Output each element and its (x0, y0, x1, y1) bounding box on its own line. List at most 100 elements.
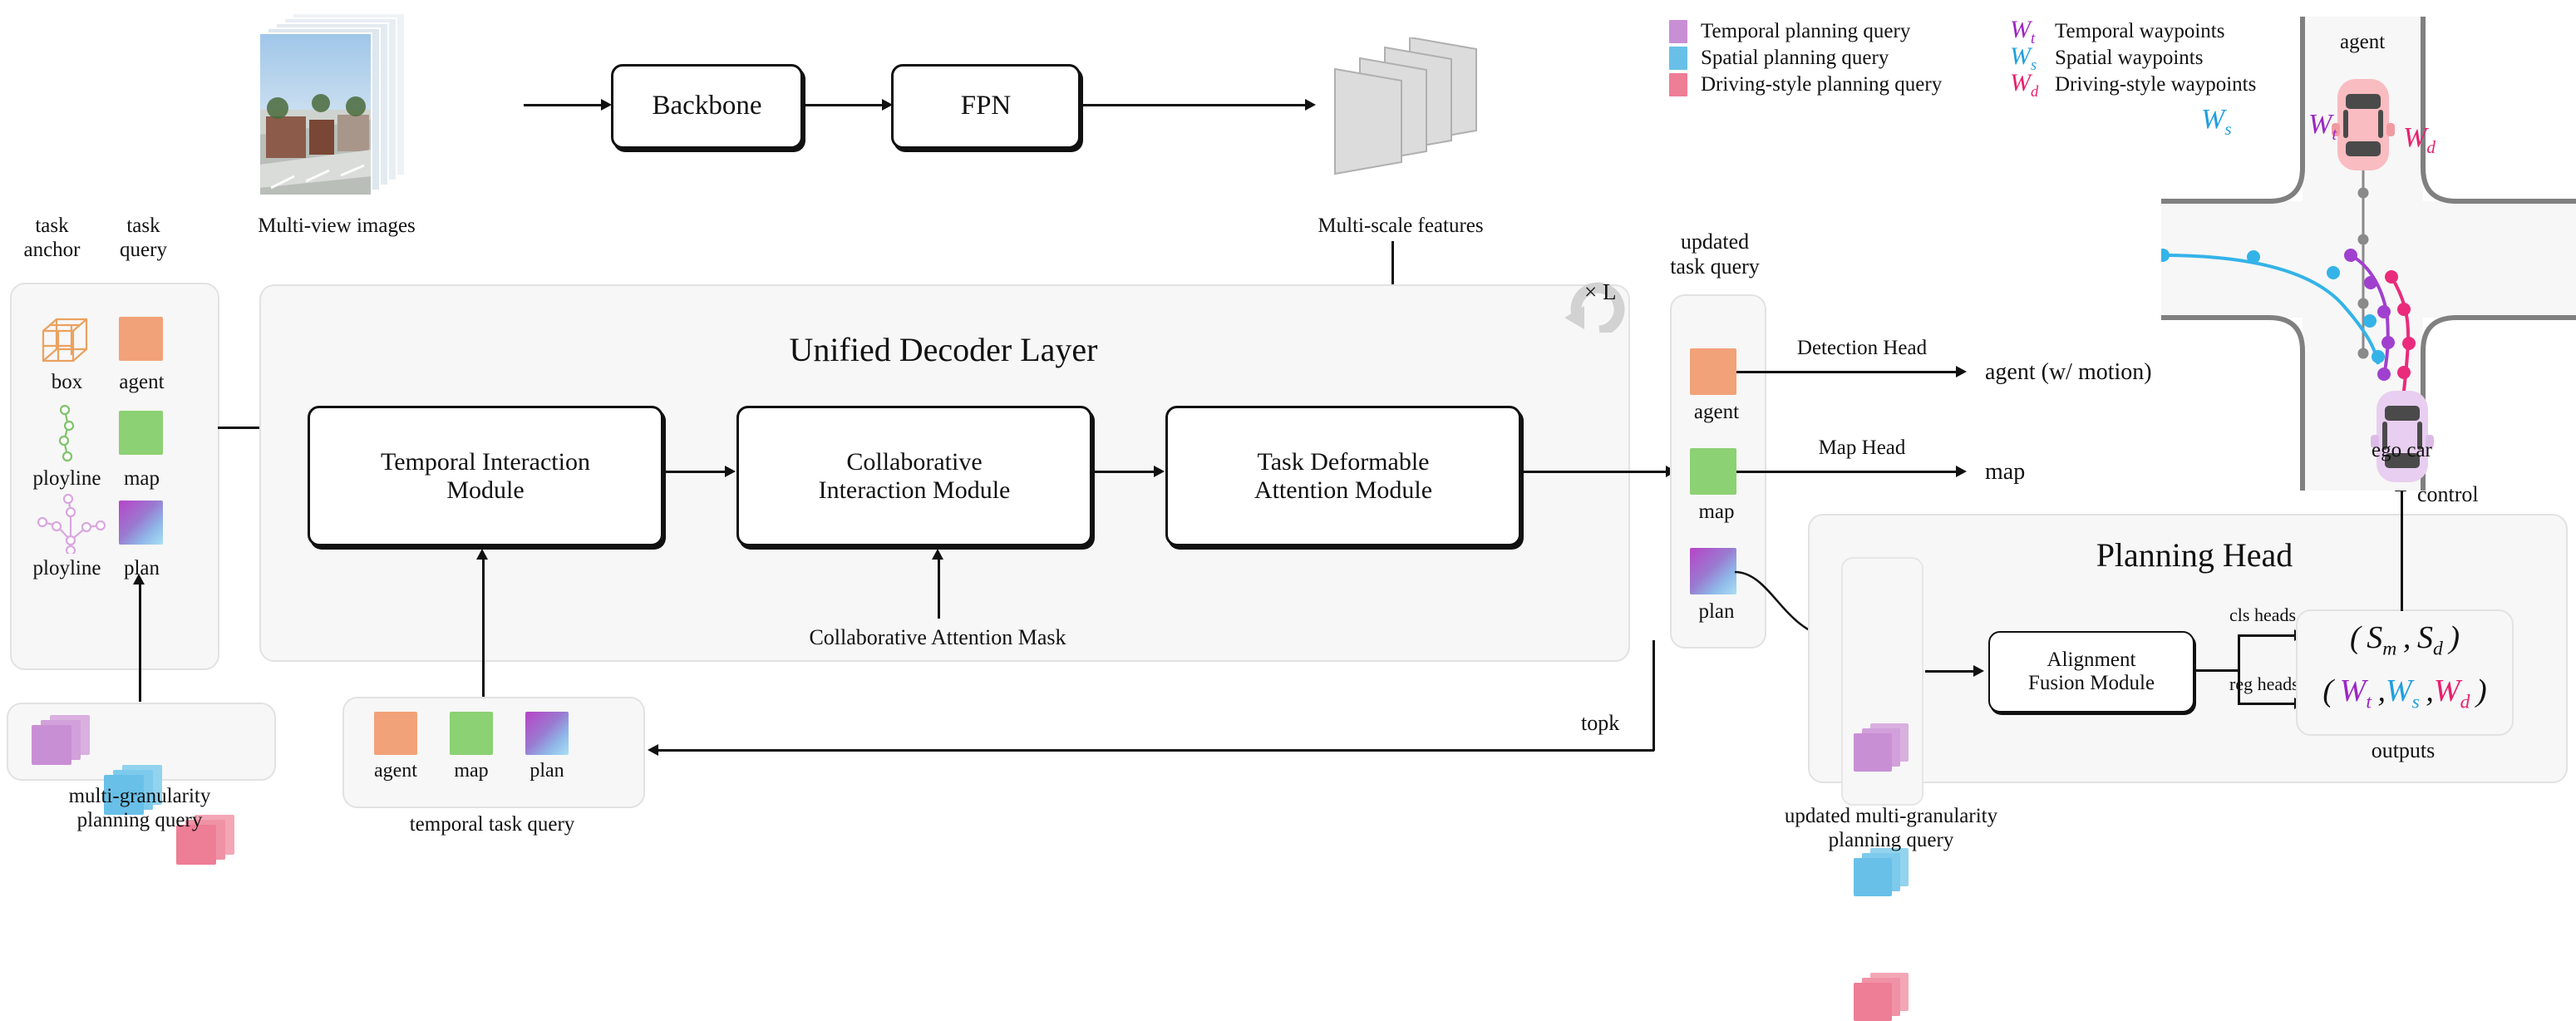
legend-label-spatial: Spatial planning query (1701, 46, 1889, 69)
output-reg-waypoints: ( Wt ,Ws ,Wd ) (2322, 673, 2487, 713)
multi-granularity-caption: multi-granularity planning query (7, 785, 273, 833)
legend-swatch-driving-style (1669, 73, 1687, 96)
arrow-m2-to-m3-head (1154, 466, 1165, 477)
scene-ws-label: Ws (2201, 104, 2232, 139)
map-head-output: map (1985, 459, 2026, 485)
box-wireframe-icon (40, 316, 91, 364)
outputs-caption: outputs (2371, 738, 2436, 762)
alignment-fusion-module-line2: Fusion Module (2027, 672, 2155, 694)
task-query-header: task query (100, 215, 187, 263)
scene-agent-label: agent (2340, 31, 2386, 53)
arrow-fpn-to-features-line (1082, 104, 1307, 106)
task-deformable-attention-module[interactable]: Task Deformable Attention Module (1165, 406, 1521, 546)
multi-scale-features-label: Multi-scale features (1318, 215, 1484, 237)
output-cls-scores: ( Sm , Sd ) (2349, 619, 2460, 660)
temporal-task-query-label-map: map (454, 760, 489, 782)
cls-branch-line (2238, 634, 2298, 637)
updated-mgq-caption-line2: planning query (1828, 828, 1954, 851)
updated-task-query-label-map: map (1698, 501, 1735, 523)
polyline-chain-icon (48, 404, 85, 464)
legend-label-temporal: Temporal planning query (1701, 19, 1911, 42)
task-anchor-header-line2: anchor (23, 238, 81, 261)
map-head-label: Map Head (1818, 437, 1906, 459)
updated-task-query-caption-line1: updated (1680, 229, 1750, 254)
multi-view-images-label: Multi-view images (258, 215, 416, 237)
arrow-mgq-to-plan-head (133, 574, 145, 584)
detection-head-label: Detection Head (1796, 337, 1928, 359)
arrow-fpn-to-features-head (1305, 99, 1316, 111)
arrow-ttq-to-m1-line (482, 559, 485, 698)
reg-heads-label: reg heads (2229, 673, 2299, 694)
temporal-task-query-chip-agent[interactable] (374, 712, 417, 755)
updated-task-query-chip-plan[interactable] (1690, 548, 1736, 594)
ego-car-icon (2371, 391, 2434, 482)
scene-wt-label: Wt (2308, 109, 2337, 144)
polyline-tree-icon (33, 492, 108, 556)
detection-head-line (1736, 371, 1959, 373)
detection-head-output: agent (w/ motion) (1985, 359, 2152, 385)
temporal-task-query-chip-plan[interactable] (525, 712, 569, 755)
task-deformable-attention-module-line1: Task Deformable (1257, 447, 1430, 476)
temporal-interaction-module[interactable]: Temporal Interaction Module (308, 406, 663, 546)
reg-branch-line (2238, 703, 2298, 705)
updated-task-query-caption-line2: task query (1670, 254, 1760, 279)
arrow-images-to-backbone-line (524, 104, 603, 106)
driving-scene (2161, 17, 2576, 491)
multi-view-images (258, 10, 411, 205)
updated-task-query-label-agent: agent (1693, 401, 1740, 423)
temporal-task-query-chip-map[interactable] (450, 712, 493, 755)
backbone-label: Backbone (652, 91, 762, 121)
task-query-header-line1: task (126, 215, 160, 237)
detection-head-head (1956, 366, 1967, 377)
collaborative-interaction-module[interactable]: Collaborative Interaction Module (736, 406, 1092, 546)
temporal-interaction-module-line2: Module (446, 476, 525, 504)
collaborative-interaction-module-line1: Collaborative (846, 447, 983, 476)
arrow-backbone-to-fpn-line (805, 104, 884, 106)
updated-task-query-chip-map[interactable] (1690, 448, 1736, 495)
task-query-chip-plan[interactable] (119, 501, 163, 545)
updated-mgq-chip-spatial[interactable] (1854, 848, 1912, 896)
task-query-chip-map[interactable] (119, 411, 163, 455)
updated-task-query-chip-agent[interactable] (1690, 348, 1736, 395)
task-query-chip-agent[interactable] (119, 317, 163, 361)
fpn-box[interactable]: FPN (891, 64, 1081, 149)
updated-task-query-caption: updated task query (1636, 229, 1794, 279)
task-query-label-map: map (123, 467, 160, 490)
arrow-mgq-to-plan-line (139, 584, 141, 702)
legend-label-driving-style: Driving-style planning query (1701, 72, 1943, 96)
alignment-fusion-module[interactable]: Alignment Fusion Module (1988, 631, 2194, 713)
map-head-line (1736, 471, 1959, 473)
multi-granularity-caption-line2: planning query (76, 808, 203, 831)
temporal-task-query-caption: temporal task query (409, 813, 575, 836)
feedback-topk-line (658, 749, 1654, 752)
scene-ego-label: ego car (2372, 439, 2432, 461)
arrow-decoder-to-updated-line (1519, 471, 1669, 473)
topk-label: topk (1581, 711, 1620, 735)
arrow-m1-to-m2-head (725, 466, 736, 477)
legend-swatch-spatial (1669, 47, 1687, 70)
task-query-label-agent: agent (119, 371, 165, 393)
arrow-m2-to-m3-line (1091, 471, 1155, 473)
temporal-interaction-module-line1: Temporal Interaction (381, 447, 590, 476)
multi-scale-features-icon (1320, 36, 1478, 179)
planning-head-title: Planning Head (2096, 536, 2293, 574)
temporal-task-query-label-agent: agent (374, 760, 417, 782)
legend-swatch-temporal (1669, 20, 1687, 43)
fusion-out-line (2193, 669, 2239, 672)
legend-symbol-wd: Wd (2010, 68, 2039, 101)
multi-granularity-chip-temporal[interactable] (32, 715, 91, 765)
arrow-mgq-to-fusion-head (1973, 665, 1984, 677)
updated-mgq-chip-temporal[interactable] (1854, 723, 1912, 772)
task-anchor-header-line1: task (35, 215, 69, 237)
alignment-fusion-module-line1: Alignment (2047, 649, 2136, 671)
temporal-task-query-label-plan: plan (529, 760, 564, 782)
collaborative-attention-mask-label: Collaborative Attention Mask (809, 625, 1066, 649)
fpn-label: FPN (960, 91, 1012, 121)
control-arrow-line (2401, 491, 2403, 611)
backbone-box[interactable]: Backbone (611, 64, 803, 149)
updated-mgq-chip-driving-style[interactable] (1854, 973, 1912, 1021)
cls-heads-label: cls heads (2229, 604, 2297, 625)
arrow-mask-to-m2-head (932, 549, 943, 560)
agent-car-icon (2332, 79, 2395, 170)
task-deformable-attention-module-line2: Attention Module (1254, 476, 1433, 504)
